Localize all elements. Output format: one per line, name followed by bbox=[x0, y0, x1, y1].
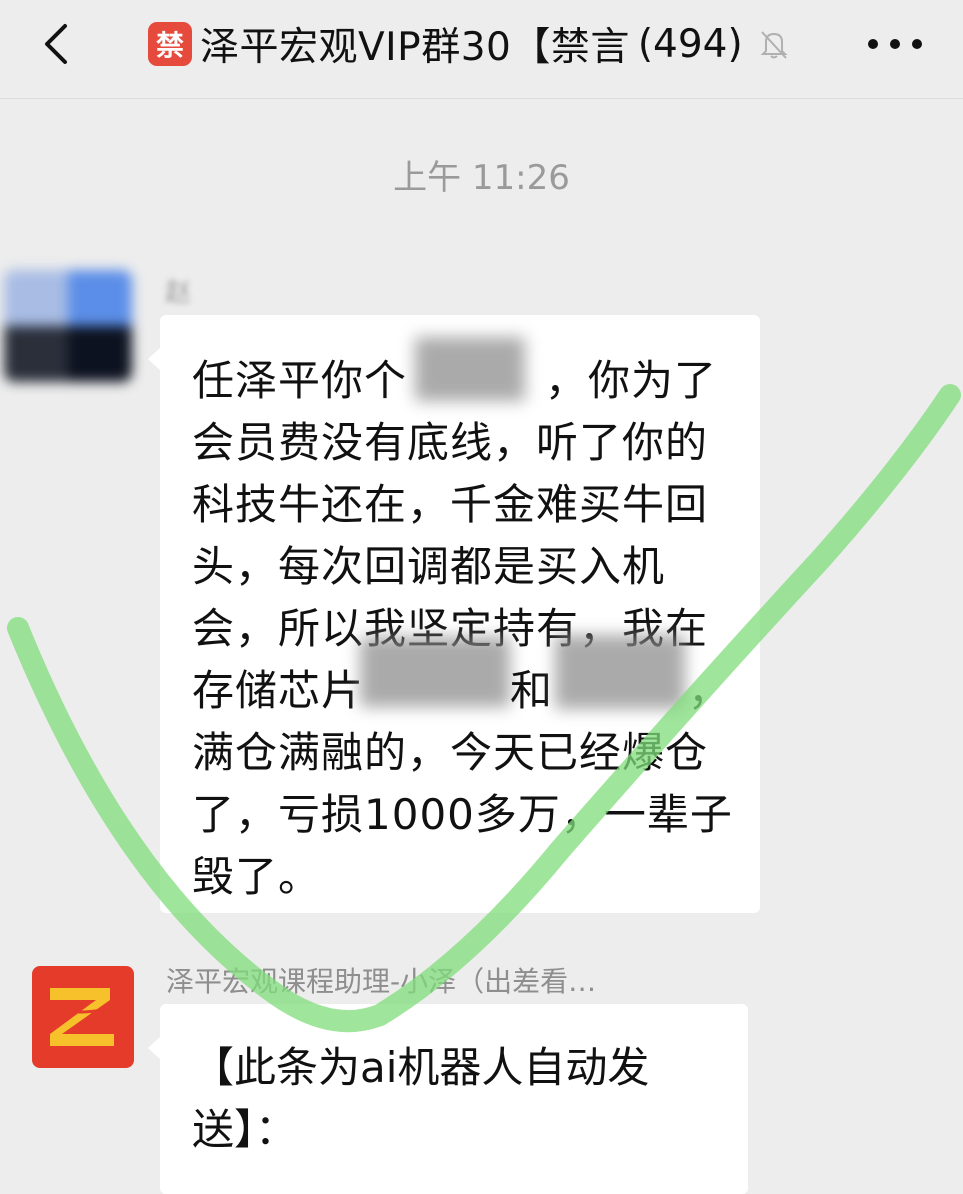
member-count: (494) bbox=[637, 21, 743, 67]
mute-bell-icon bbox=[760, 31, 788, 59]
sender-avatar[interactable] bbox=[4, 270, 132, 382]
back-button[interactable] bbox=[30, 18, 82, 70]
message-line: 和 bbox=[510, 666, 554, 715]
message-line: 送】： bbox=[192, 1105, 298, 1154]
redacted-blur bbox=[360, 637, 510, 707]
message-line: 【此条为ai机器人自动发 bbox=[192, 1043, 650, 1092]
message-line: 头，每次回调都是买入机 bbox=[192, 542, 666, 591]
message-line: ，你为了 bbox=[545, 356, 718, 405]
redacted-blur bbox=[415, 337, 525, 401]
zp-logo-icon bbox=[50, 988, 114, 1046]
chat-title[interactable]: 禁 泽平宏观VIP群30【禁言 (494) bbox=[148, 18, 828, 70]
back-arrow-icon bbox=[45, 24, 67, 64]
more-icon bbox=[868, 39, 922, 49]
redacted-blur bbox=[555, 635, 685, 709]
message-bubble[interactable]: 【此条为ai机器人自动发 送】： bbox=[148, 1004, 748, 1194]
more-button[interactable] bbox=[860, 22, 930, 66]
message-time: 上午 11:26 bbox=[393, 158, 570, 198]
ban-badge: 禁 bbox=[148, 22, 192, 66]
message-line: 会员费没有底线，听了你的 bbox=[192, 418, 709, 467]
chat-header: 禁 泽平宏观VIP群30【禁言 (494) bbox=[0, 0, 963, 99]
message-line: 毁了。 bbox=[192, 852, 322, 901]
message-line: 存储芯片 bbox=[192, 666, 365, 715]
sender-name: 泽平宏观课程助理-小泽（出差看… bbox=[166, 965, 597, 998]
group-name: 泽平宏观VIP群30【禁言 bbox=[200, 25, 630, 70]
message-bubble[interactable]: 任泽平你个 ，你为了 会员费没有底线，听了你的 科技牛还在，千金难买牛回 头，每… bbox=[148, 315, 760, 913]
message-line: 任泽平你个 bbox=[192, 356, 408, 405]
sender-name: 赵 bbox=[165, 278, 192, 308]
message-line: 了，亏损1000多万，一辈子 bbox=[192, 790, 733, 839]
assistant-avatar[interactable] bbox=[32, 966, 134, 1068]
message-line: 科技牛还在，千金难买牛回 bbox=[192, 480, 709, 529]
message-line: 满仓满融的，今天已经爆仓 bbox=[192, 728, 709, 777]
message-line: ， bbox=[688, 666, 732, 715]
